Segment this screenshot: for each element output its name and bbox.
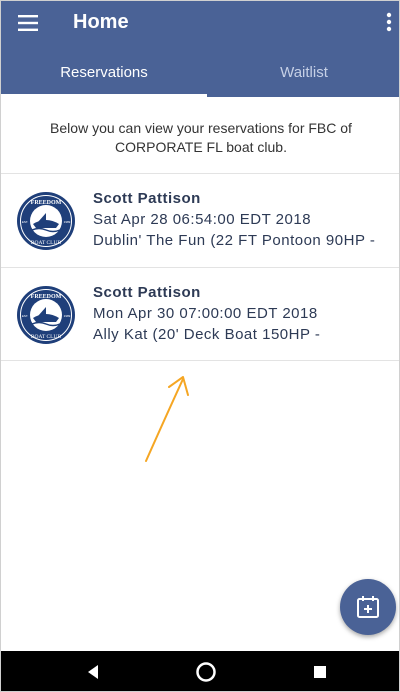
reservation-member-name: Scott Pattison [93, 284, 201, 301]
logo-year-text: 1989 [64, 220, 71, 224]
reservation-list: FREEDOM BOAT CLUB EST. 1989 Scott Pattis… [1, 173, 399, 361]
reservation-boat: Ally Kat (20' Deck Boat 150HP - [93, 326, 321, 343]
hamburger-menu-icon[interactable] [11, 7, 47, 39]
calendar-add-icon [357, 596, 379, 618]
back-triangle-icon[interactable] [73, 657, 113, 687]
tab-reservations[interactable]: Reservations [1, 49, 207, 97]
logo-year-text: 1989 [64, 314, 71, 318]
system-navigation-bar [1, 651, 399, 691]
logo-top-text: FREEDOM [31, 200, 62, 206]
page-title: Home [73, 11, 129, 33]
logo-est-text: EST. [22, 314, 29, 318]
reservation-date: Sat Apr 28 06:54:00 EDT 2018 [93, 211, 312, 228]
reservation-date: Mon Apr 30 07:00:00 EDT 2018 [93, 305, 318, 322]
reservation-row[interactable]: FREEDOM BOAT CLUB EST. 1989 Scott Pattis… [1, 173, 399, 267]
reservation-row[interactable]: FREEDOM BOAT CLUB EST. 1989 Scott Pattis… [1, 267, 399, 361]
tab-waitlist[interactable]: Waitlist [207, 49, 399, 97]
freedom-boat-club-logo-icon: FREEDOM BOAT CLUB EST. 1989 [17, 286, 75, 344]
home-circle-icon[interactable] [186, 657, 226, 687]
reservation-boat: Dublin' The Fun (22 FT Pontoon 90HP - [93, 232, 376, 249]
freedom-boat-club-logo-icon: FREEDOM BOAT CLUB EST. 1989 [17, 192, 75, 250]
logo-bottom-text: BOAT CLUB [31, 334, 62, 340]
add-reservation-button[interactable] [340, 579, 396, 635]
active-tab-indicator [1, 94, 207, 97]
app-screen: Home Reservations Waitlist Below you can… [0, 0, 400, 692]
tab-bar: Reservations Waitlist [1, 49, 399, 97]
app-bar: Home [1, 1, 399, 49]
logo-top-text: FREEDOM [31, 294, 62, 300]
more-vertical-icon[interactable] [377, 7, 399, 37]
recents-square-icon[interactable] [300, 657, 340, 687]
logo-bottom-text: BOAT CLUB [31, 240, 62, 246]
logo-est-text: EST. [22, 220, 29, 224]
intro-text: Below you can view your reservations for… [50, 120, 352, 155]
reservation-member-name: Scott Pattison [93, 190, 201, 207]
annotation-arrow-icon [145, 376, 189, 462]
